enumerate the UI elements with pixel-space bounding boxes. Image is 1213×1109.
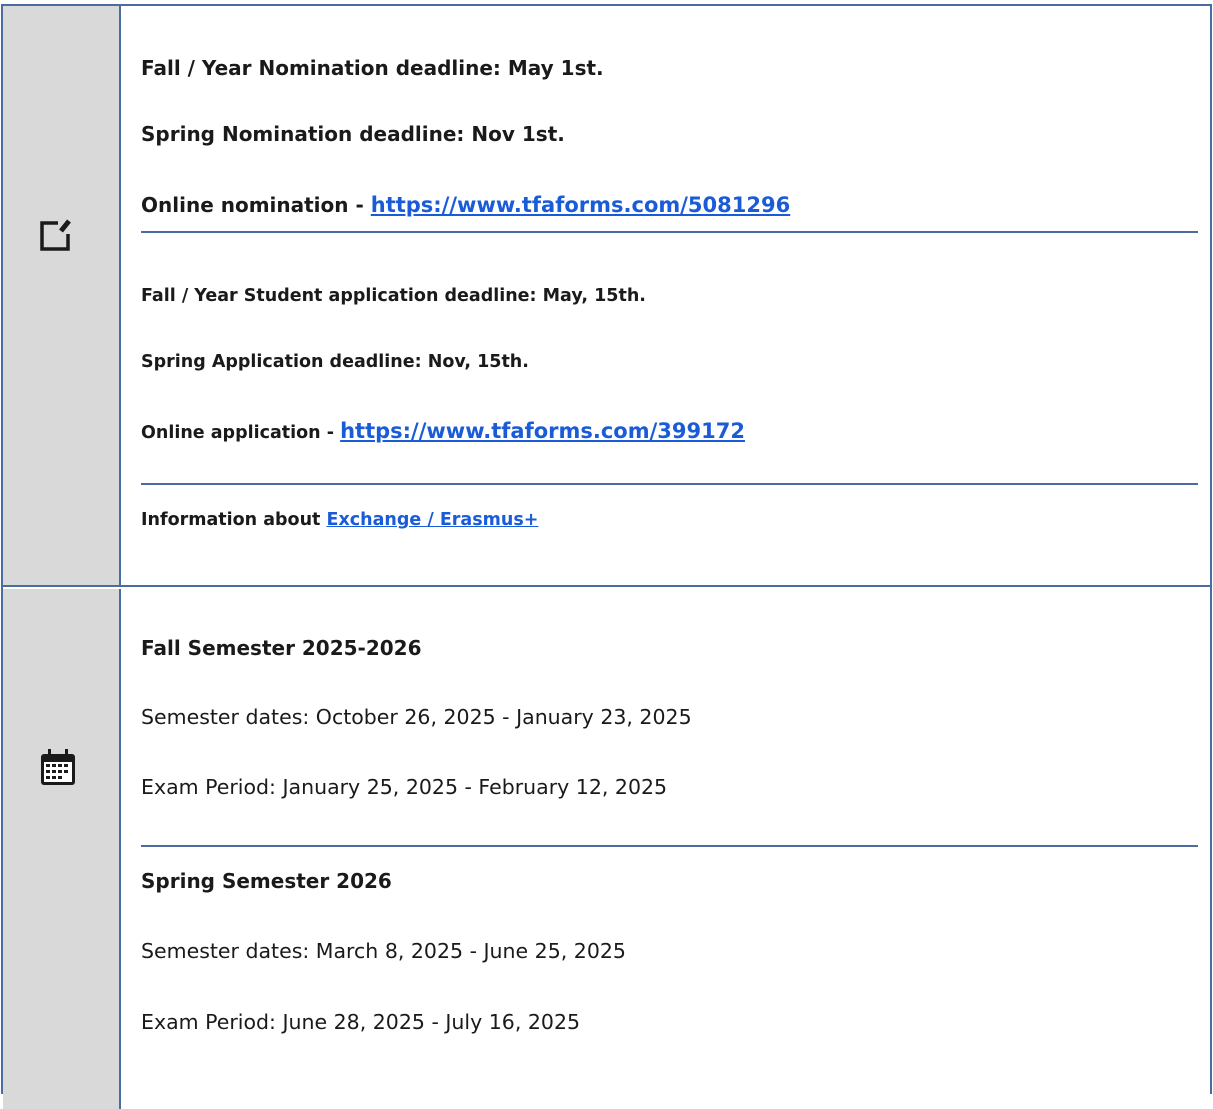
nomination-fall-deadline: Fall / Year Nomination deadline: May 1st…	[141, 56, 604, 80]
exchange-info: Information about Exchange / Erasmus+	[141, 510, 538, 530]
fall-exam-period: Exam Period: January 25, 2025 - February…	[141, 775, 668, 799]
semesters-content: Fall Semester 2025-2026 Semester dates: …	[123, 589, 1210, 1109]
application-online-label: Online application -	[141, 423, 341, 443]
spring-semester-dates: Semester dates: March 8, 2025 - June 25,…	[141, 939, 626, 963]
edit-icon	[40, 219, 71, 251]
fall-semester-dates: Semester dates: October 26, 2025 - Janua…	[141, 705, 692, 729]
calendar-icon	[41, 749, 75, 785]
spring-exam-period: Exam Period: June 28, 2025 - July 16, 20…	[141, 1010, 581, 1034]
application-spring-deadline: Spring Application deadline: Nov, 15th.	[141, 352, 529, 372]
exchange-info-label: Information about	[141, 510, 327, 530]
application-online-link[interactable]: https://www.tfaforms.com/399172	[340, 419, 745, 443]
exchange-erasmus-link[interactable]: Exchange / Erasmus+	[327, 510, 539, 530]
divider	[141, 483, 1198, 485]
application-fall-deadline: Fall / Year Student application deadline…	[141, 286, 646, 306]
icon-cell	[3, 6, 121, 585]
deadlines-row: Fall / Year Nomination deadline: May 1st…	[3, 6, 1210, 587]
deadlines-content: Fall / Year Nomination deadline: May 1st…	[123, 6, 1210, 585]
semesters-row: Fall Semester 2025-2026 Semester dates: …	[3, 589, 1210, 1109]
nomination-online-link[interactable]: https://www.tfaforms.com/5081296	[371, 193, 790, 217]
divider	[141, 231, 1198, 233]
fall-semester-title: Fall Semester 2025-2026	[141, 636, 422, 660]
application-online: Online application - https://www.tfaform…	[141, 419, 745, 443]
icon-cell	[3, 589, 121, 1109]
spring-semester-title: Spring Semester 2026	[141, 869, 392, 893]
nomination-spring-deadline: Spring Nomination deadline: Nov 1st.	[141, 122, 565, 146]
divider	[141, 845, 1198, 847]
nomination-online-label: Online nomination -	[141, 193, 371, 217]
deadlines-table: Fall / Year Nomination deadline: May 1st…	[1, 4, 1212, 1109]
nomination-online: Online nomination - https://www.tfaforms…	[141, 193, 790, 217]
